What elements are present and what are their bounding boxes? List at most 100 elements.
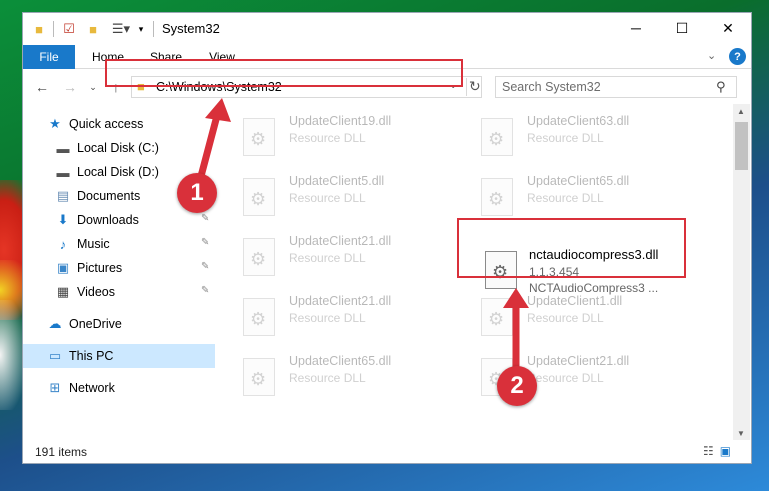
gear-icon: ⚙: [250, 369, 267, 389]
large-icons-view-icon[interactable]: ▣: [720, 444, 731, 458]
sidebar-item-onedrive[interactable]: ☁ OneDrive: [23, 312, 215, 336]
forward-button[interactable]: →: [61, 78, 79, 96]
dll-file-icon: ⚙: [243, 178, 275, 216]
pictures-icon: ▣: [56, 260, 70, 275]
pin-icon[interactable]: ✎: [201, 261, 209, 272]
sidebar-item-label: Documents: [77, 189, 141, 203]
file-type: Resource DLL: [527, 191, 604, 205]
folder-icon[interactable]: ■: [31, 20, 47, 38]
computer-icon: ▭: [48, 348, 62, 363]
step-badge-1: 1: [177, 173, 217, 213]
pin-icon[interactable]: ✎: [201, 213, 209, 224]
gear-icon: ⚙: [250, 309, 267, 329]
sidebar-item-label: Videos: [77, 285, 115, 299]
sidebar-item-label: This PC: [69, 349, 114, 363]
sidebar-item-label: Quick access: [69, 117, 144, 131]
help-icon[interactable]: ?: [729, 48, 746, 65]
expand-ribbon-icon[interactable]: ⌄: [707, 49, 716, 62]
file-type: Resource DLL: [289, 311, 366, 325]
dll-file-icon: ⚙: [481, 118, 513, 156]
sidebar-item-label: Pictures: [77, 261, 123, 275]
file-item[interactable]: ⚙ UpdateClient21.dll Resource DLL: [243, 232, 468, 284]
title-bar: ■ ☑ ■ ☰▾ ▾ System32 ─ ☐ ✕: [23, 13, 751, 45]
sidebar-item-label: Local Disk (C:): [77, 141, 159, 155]
view-icon[interactable]: ☰▾: [109, 20, 133, 38]
refresh-button[interactable]: ↻: [466, 78, 482, 96]
sidebar-item-pictures[interactable]: ▣ Pictures ✎: [23, 256, 215, 280]
sidebar-item-local-disk-c[interactable]: ▬ Local Disk (C:): [23, 136, 215, 160]
sidebar-item-this-pc[interactable]: ▭ This PC: [23, 344, 215, 368]
gear-icon: ⚙: [250, 189, 267, 209]
dll-file-icon: ⚙: [481, 178, 513, 216]
file-name: UpdateClient21.dll: [289, 294, 392, 308]
sidebar-item-videos[interactable]: ▦ Videos ✎: [23, 280, 215, 304]
file-description: NCTAudioCompress3 ...: [529, 281, 659, 295]
file-item[interactable]: ⚙ UpdateClient5.dll Resource DLL: [243, 172, 468, 224]
file-name: UpdateClient65.dll: [527, 174, 630, 188]
maximize-button[interactable]: ☐: [659, 13, 705, 43]
file-type: Resource DLL: [527, 311, 604, 325]
file-item[interactable]: ⚙ UpdateClient19.dll Resource DLL: [243, 112, 468, 164]
gear-icon: ⚙: [488, 129, 505, 149]
gear-icon: ⚙: [250, 249, 267, 269]
dll-file-icon: ⚙: [481, 298, 513, 336]
scroll-up-icon[interactable]: ▲: [737, 107, 745, 116]
dll-file-icon: ⚙: [243, 358, 275, 396]
dll-file-icon: ⚙: [243, 238, 275, 276]
sidebar-item-label: Network: [69, 381, 115, 395]
sidebar-item-label: Downloads: [77, 213, 139, 227]
file-type: Resource DLL: [289, 251, 366, 265]
dll-file-icon: ⚙: [243, 118, 275, 156]
sidebar-item-network[interactable]: ⊞ Network: [23, 376, 215, 400]
file-item[interactable]: ⚙ UpdateClient63.dll Resource DLL: [481, 112, 706, 164]
pin-icon[interactable]: ✎: [201, 285, 209, 296]
videos-icon: ▦: [56, 284, 70, 299]
gear-icon: ⚙: [250, 129, 267, 149]
cloud-icon: ☁: [48, 316, 62, 331]
scroll-down-icon[interactable]: ▼: [737, 429, 745, 438]
details-view-icon[interactable]: ☷: [703, 444, 714, 458]
file-name: UpdateClient65.dll: [289, 354, 392, 368]
sidebar-item-label: Music: [77, 237, 110, 251]
step-badge-2: 2: [497, 366, 537, 406]
toolbar-divider: [53, 21, 54, 37]
file-name: UpdateClient21.dll: [527, 354, 630, 368]
search-icon[interactable]: ⚲: [716, 79, 726, 95]
sidebar-item-downloads[interactable]: ⬇ Downloads ✎: [23, 208, 215, 232]
documents-icon: ▤: [56, 188, 70, 203]
network-icon: ⊞: [49, 380, 61, 395]
sidebar-item-label: Local Disk (D:): [77, 165, 159, 179]
view-toggle: ☷ ▣: [703, 444, 731, 458]
download-icon: ⬇: [57, 212, 69, 227]
file-item[interactable]: ⚙ UpdateClient21.dll Resource DLL: [243, 292, 468, 344]
search-box[interactable]: ⚲: [495, 76, 737, 98]
sidebar-item-music[interactable]: ♪ Music ✎: [23, 232, 215, 256]
recent-locations-dropdown[interactable]: ⌄: [87, 78, 99, 96]
drive-icon: ▬: [56, 140, 70, 156]
sidebar-item-quick-access[interactable]: ★ Quick access: [23, 112, 215, 136]
pin-icon[interactable]: ✎: [201, 237, 209, 248]
minimize-button[interactable]: ─: [613, 13, 659, 43]
navigation-pane: ★ Quick access ▬ Local Disk (C:) ▬ Local…: [23, 104, 219, 444]
file-highlight: [457, 218, 686, 278]
window-title: System32: [162, 21, 220, 36]
scrollbar-thumb[interactable]: [735, 122, 748, 170]
file-item[interactable]: ⚙ UpdateClient65.dll Resource DLL: [481, 172, 706, 224]
properties-icon[interactable]: ☑: [61, 20, 77, 38]
title-divider: [153, 21, 154, 37]
file-type: Resource DLL: [289, 191, 366, 205]
new-folder-icon[interactable]: ■: [85, 20, 101, 38]
vertical-scrollbar[interactable]: ▲ ▼: [733, 104, 750, 442]
close-button[interactable]: ✕: [705, 13, 751, 43]
file-item[interactable]: ⚙ UpdateClient65.dll Resource DLL: [243, 352, 468, 404]
customize-toolbar-dropdown[interactable]: ▾: [135, 20, 147, 38]
tab-file[interactable]: File: [23, 45, 75, 69]
search-input[interactable]: [502, 80, 712, 94]
status-bar: 191 items ☷ ▣: [23, 440, 751, 463]
address-bar-highlight: [105, 59, 463, 87]
file-name: UpdateClient5.dll: [289, 174, 385, 188]
gear-icon: ⚙: [488, 309, 505, 329]
back-button[interactable]: ←: [33, 78, 51, 96]
file-type: Resource DLL: [289, 131, 366, 145]
star-icon: ★: [49, 116, 61, 131]
